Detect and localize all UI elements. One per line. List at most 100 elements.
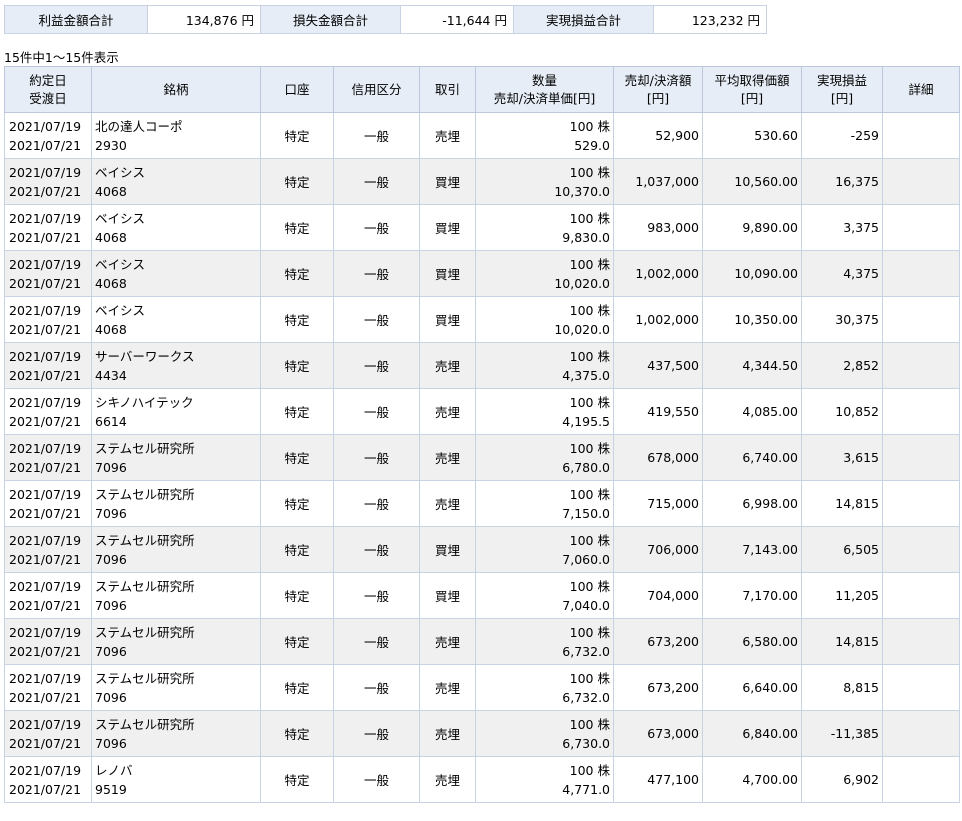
qty-price-cell: 100 株 10,020.0 [475,296,614,343]
credit-type: 一般 [333,618,420,665]
realized-pnl-table: 約定日 受渡日 銘柄 口座 信用区分 取引 数量 売却/決済単価[円] 売却/決… [4,66,960,803]
quantity: 100 株 [569,532,610,548]
account-type: 特定 [260,756,334,803]
issue-cell: サーバーワークス 4434 [91,342,261,389]
detail-cell [882,112,960,159]
issue-code: 4068 [95,275,127,291]
date-cell: 2021/07/19 2021/07/21 [4,664,92,711]
header-amount-line1: 売却/決済額 [624,72,692,88]
unit-price: 4,771.0 [562,781,610,797]
settlement-amount: 673,200 [613,664,703,711]
settlement-amount: 673,000 [613,710,703,757]
table-row: 2021/07/19 2021/07/21 ベイシス 4068 特定 一般 買埋… [4,204,960,251]
trade-date: 2021/07/19 [9,256,82,272]
average-cost: 4,085.00 [702,388,802,435]
qty-price-cell: 100 株 529.0 [475,112,614,159]
settle-date: 2021/07/21 [9,597,82,613]
detail-cell [882,664,960,711]
date-cell: 2021/07/19 2021/07/21 [4,342,92,389]
issue-name: シキノハイテック [95,394,194,410]
issue-code: 7096 [95,735,127,751]
issue-code: 4434 [95,367,127,383]
qty-price-cell: 100 株 7,040.0 [475,572,614,619]
quantity: 100 株 [569,302,610,318]
realized-pnl: 10,852 [801,388,883,435]
qty-price-cell: 100 株 7,150.0 [475,480,614,527]
table-row: 2021/07/19 2021/07/21 ベイシス 4068 特定 一般 買埋… [4,296,960,343]
settle-date: 2021/07/21 [9,689,82,705]
credit-type: 一般 [333,756,420,803]
trade-type: 売埋 [419,710,476,757]
detail-cell [882,296,960,343]
table-row: 2021/07/19 2021/07/21 レノバ 9519 特定 一般 売埋 … [4,756,960,803]
issue-code: 7096 [95,459,127,475]
issue-cell: ステムセル研究所 7096 [91,572,261,619]
credit-type: 一般 [333,388,420,435]
qty-price-cell: 100 株 6,732.0 [475,664,614,711]
date-cell: 2021/07/19 2021/07/21 [4,388,92,435]
header-settle-date: 受渡日 [29,90,67,106]
account-type: 特定 [260,296,334,343]
account-type: 特定 [260,388,334,435]
realized-pnl: 2,852 [801,342,883,389]
average-cost: 7,170.00 [702,572,802,619]
credit-type: 一般 [333,250,420,297]
average-cost: 6,998.00 [702,480,802,527]
account-type: 特定 [260,618,334,665]
loss-total-value: -11,644 円 [400,5,514,34]
account-type: 特定 [260,710,334,757]
settlement-amount: 983,000 [613,204,703,251]
trade-type: 買埋 [419,204,476,251]
average-cost: 6,580.00 [702,618,802,665]
issue-cell: ステムセル研究所 7096 [91,526,261,573]
header-trade-type: 取引 [419,66,476,113]
unit-price: 10,020.0 [554,275,610,291]
account-type: 特定 [260,526,334,573]
trade-type: 売埋 [419,112,476,159]
settlement-amount: 1,002,000 [613,296,703,343]
account-type: 特定 [260,250,334,297]
trade-date: 2021/07/19 [9,486,82,502]
issue-code: 7096 [95,689,127,705]
average-cost: 530.60 [702,112,802,159]
realized-pnl: 30,375 [801,296,883,343]
settlement-amount: 706,000 [613,526,703,573]
issue-code: 7096 [95,643,127,659]
quantity: 100 株 [569,348,610,364]
settle-date: 2021/07/21 [9,781,82,797]
qty-price-cell: 100 株 4,195.5 [475,388,614,435]
header-amount-line2: [円] [646,90,670,106]
settlement-amount: 678,000 [613,434,703,481]
settle-date: 2021/07/21 [9,551,82,567]
realized-pnl: 3,615 [801,434,883,481]
issue-cell: レノバ 9519 [91,756,261,803]
unit-price: 6,780.0 [562,459,610,475]
header-amount: 売却/決済額 [円] [613,66,703,113]
quantity: 100 株 [569,256,610,272]
detail-cell [882,342,960,389]
credit-type: 一般 [333,572,420,619]
trade-type: 売埋 [419,756,476,803]
qty-price-cell: 100 株 10,370.0 [475,158,614,205]
unit-price: 529.0 [574,137,610,153]
date-cell: 2021/07/19 2021/07/21 [4,112,92,159]
header-avg-cost-line1: 平均取得価額 [714,72,790,88]
profit-total-label: 利益金額合計 [4,5,148,34]
settle-date: 2021/07/21 [9,505,82,521]
date-cell: 2021/07/19 2021/07/21 [4,296,92,343]
quantity: 100 株 [569,578,610,594]
issue-code: 4068 [95,321,127,337]
settlement-amount: 437,500 [613,342,703,389]
detail-cell [882,710,960,757]
table-row: 2021/07/19 2021/07/21 ベイシス 4068 特定 一般 買埋… [4,250,960,297]
loss-total-label: 損失金額合計 [260,5,401,34]
trade-type: 売埋 [419,664,476,711]
qty-price-cell: 100 株 10,020.0 [475,250,614,297]
header-pnl: 実現損益 [円] [801,66,883,113]
unit-price: 9,830.0 [562,229,610,245]
unit-price: 7,040.0 [562,597,610,613]
unit-price: 4,195.5 [562,413,610,429]
settle-date: 2021/07/21 [9,643,82,659]
credit-type: 一般 [333,158,420,205]
trade-type: 買埋 [419,250,476,297]
